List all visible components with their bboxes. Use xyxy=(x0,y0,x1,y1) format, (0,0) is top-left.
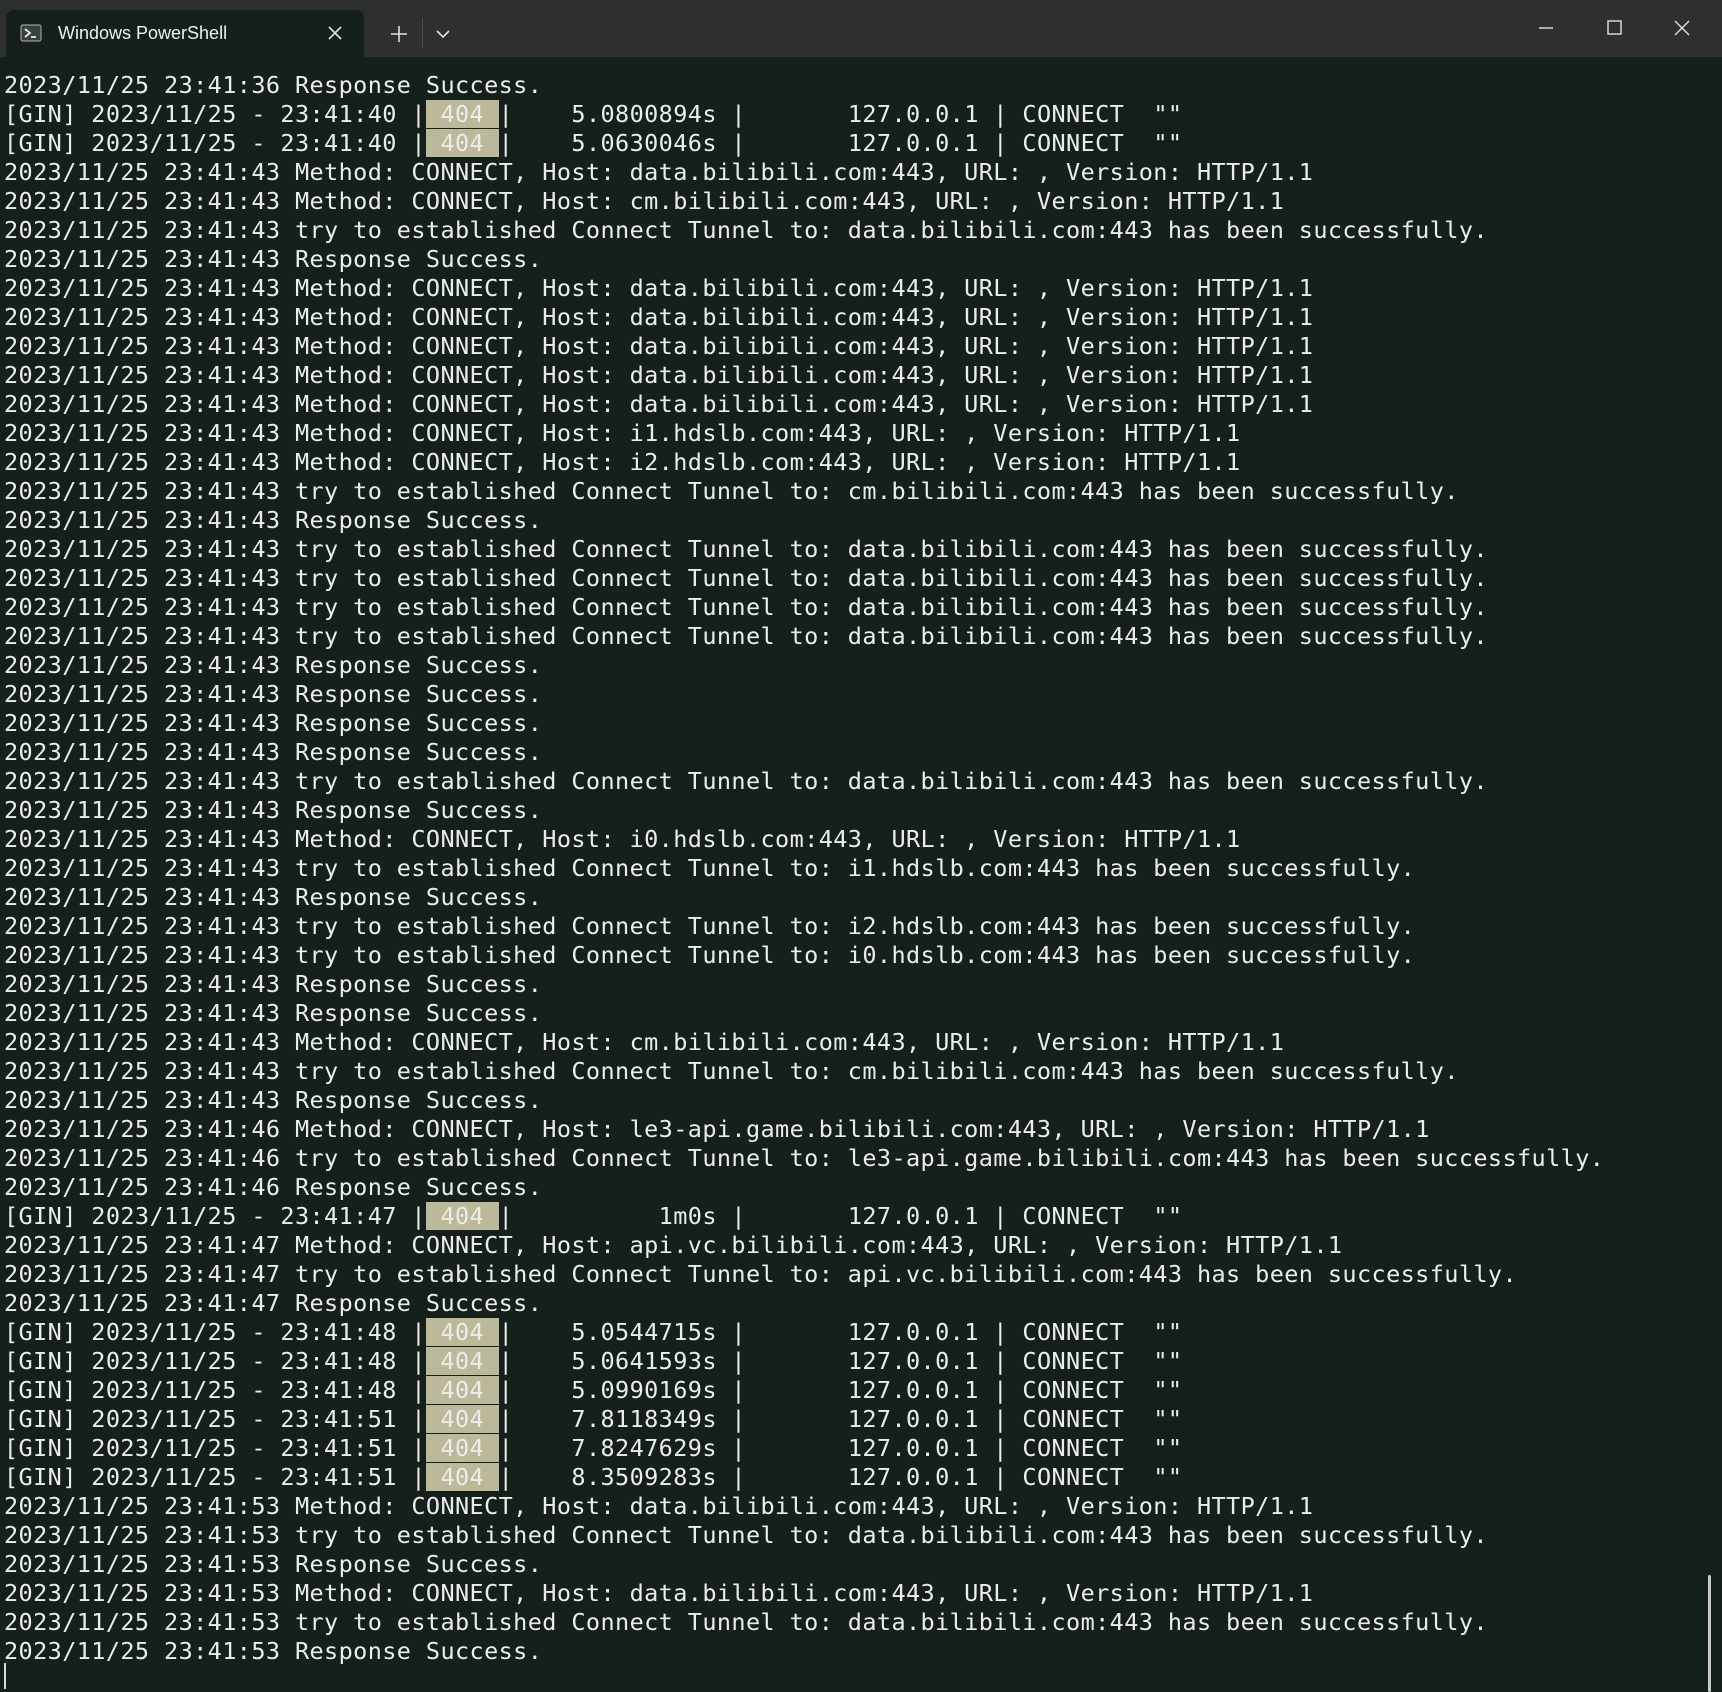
log-line: 2023/11/25 23:41:43 Response Success. xyxy=(4,709,543,737)
log-suffix: | 1m0s | 127.0.0.1 | CONNECT "" xyxy=(498,1202,1183,1230)
gin-log-line: [GIN] 2023/11/25 - 23:41:48 | 404 | 5.05… xyxy=(4,1318,1604,1347)
log-line: 2023/11/25 23:41:43 Method: CONNECT, Hos… xyxy=(4,303,1314,331)
log-line: 2023/11/25 23:41:43 Method: CONNECT, Hos… xyxy=(4,187,1285,215)
log-line: 2023/11/25 23:41:46 Response Success. xyxy=(4,1173,543,1201)
status-code-badge: 404 xyxy=(425,1376,499,1404)
log-line: 2023/11/25 23:41:53 Method: CONNECT, Hos… xyxy=(4,1579,1314,1607)
chevron-down-icon[interactable] xyxy=(428,22,458,46)
log-line: 2023/11/25 23:41:43 Response Success. xyxy=(4,970,543,998)
output-lines: 2023/11/25 23:41:36 Response Success. [GI… xyxy=(4,71,1604,1666)
gin-log-line: [GIN] 2023/11/25 - 23:41:48 | 404 | 5.06… xyxy=(4,1347,1604,1376)
log-line: 2023/11/25 23:41:43 Response Success. xyxy=(4,796,543,824)
log-line: 2023/11/25 23:41:47 try to established C… xyxy=(4,1260,1518,1288)
log-line: 2023/11/25 23:41:43 Method: CONNECT, Hos… xyxy=(4,448,1241,476)
status-code-badge: 404 xyxy=(425,1434,499,1462)
log-prefix: [GIN] 2023/11/25 - 23:41:48 | xyxy=(4,1347,426,1375)
log-line: 2023/11/25 23:41:43 Response Success. xyxy=(4,245,543,273)
log-line: 2023/11/25 23:41:43 Response Success. xyxy=(4,680,543,708)
toolbar-divider xyxy=(422,18,423,48)
log-line: 2023/11/25 23:41:43 Method: CONNECT, Hos… xyxy=(4,274,1314,302)
log-line: 2023/11/25 23:41:43 Response Success. xyxy=(4,883,543,911)
log-line: 2023/11/25 23:41:43 Response Success. xyxy=(4,651,543,679)
log-suffix: | 5.0544715s | 127.0.0.1 | CONNECT "" xyxy=(498,1318,1183,1346)
log-prefix: [GIN] 2023/11/25 - 23:41:40 | xyxy=(4,100,426,128)
log-line: 2023/11/25 23:41:43 try to established C… xyxy=(4,593,1488,621)
gin-log-line: [GIN] 2023/11/25 - 23:41:51 | 404 | 7.82… xyxy=(4,1434,1604,1463)
log-suffix: | 5.0990169s | 127.0.0.1 | CONNECT "" xyxy=(498,1376,1183,1404)
log-suffix: | 8.3509283s | 127.0.0.1 | CONNECT "" xyxy=(498,1463,1183,1491)
log-line: 2023/11/25 23:41:43 Method: CONNECT, Hos… xyxy=(4,825,1241,853)
gin-log-line: [GIN] 2023/11/25 - 23:41:47 | 404 | 1m0s… xyxy=(4,1202,1604,1231)
log-line: 2023/11/25 23:41:43 Method: CONNECT, Hos… xyxy=(4,1028,1285,1056)
log-prefix: [GIN] 2023/11/25 - 23:41:51 | xyxy=(4,1434,426,1462)
status-code-badge: 404 xyxy=(425,1202,499,1230)
tab-windows-powershell[interactable]: Windows PowerShell xyxy=(6,10,364,57)
status-code-badge: 404 xyxy=(425,100,499,128)
text-cursor xyxy=(4,1663,6,1689)
log-suffix: | 5.0630046s | 127.0.0.1 | CONNECT "" xyxy=(498,129,1183,157)
log-line: 2023/11/25 23:41:43 try to established C… xyxy=(4,912,1416,940)
log-line: 2023/11/25 23:41:43 try to established C… xyxy=(4,854,1416,882)
log-line: 2023/11/25 23:41:43 try to established C… xyxy=(4,216,1488,244)
log-prefix: [GIN] 2023/11/25 - 23:41:48 | xyxy=(4,1318,426,1346)
log-line: 2023/11/25 23:41:36 Response Success. xyxy=(4,71,543,99)
status-code-badge: 404 xyxy=(425,1463,499,1491)
terminal-window: Windows PowerShell 2023/11/25 23:41:36 R… xyxy=(0,0,1722,1692)
gin-log-line: [GIN] 2023/11/25 - 23:41:51 | 404 | 7.81… xyxy=(4,1405,1604,1434)
log-line: 2023/11/25 23:41:47 Method: CONNECT, Hos… xyxy=(4,1231,1343,1259)
log-line: 2023/11/25 23:41:43 Method: CONNECT, Hos… xyxy=(4,361,1314,389)
log-line: 2023/11/25 23:41:43 Response Success. xyxy=(4,738,543,766)
log-line: 2023/11/25 23:41:43 Response Success. xyxy=(4,999,543,1027)
status-code-badge: 404 xyxy=(425,1318,499,1346)
close-icon[interactable] xyxy=(324,22,346,44)
close-window-icon[interactable] xyxy=(1662,10,1702,46)
minimize-icon[interactable] xyxy=(1526,10,1566,46)
scrollbar[interactable] xyxy=(1706,57,1722,1692)
log-prefix: [GIN] 2023/11/25 - 23:41:48 | xyxy=(4,1376,426,1404)
log-line: 2023/11/25 23:41:53 try to established C… xyxy=(4,1521,1488,1549)
log-line: 2023/11/25 23:41:43 try to established C… xyxy=(4,477,1459,505)
log-prefix: [GIN] 2023/11/25 - 23:41:47 | xyxy=(4,1202,426,1230)
log-line: 2023/11/25 23:41:43 try to established C… xyxy=(4,941,1416,969)
terminal-output[interactable]: 2023/11/25 23:41:36 Response Success. [GI… xyxy=(0,57,1704,1692)
log-line: 2023/11/25 23:41:43 try to established C… xyxy=(4,622,1488,650)
title-bar[interactable]: Windows PowerShell xyxy=(0,0,1722,57)
log-suffix: | 5.0800894s | 127.0.0.1 | CONNECT "" xyxy=(498,100,1183,128)
maximize-icon[interactable] xyxy=(1594,10,1634,46)
plus-icon[interactable] xyxy=(384,22,414,46)
log-line: 2023/11/25 23:41:46 try to established C… xyxy=(4,1144,1605,1172)
log-line: 2023/11/25 23:41:47 Response Success. xyxy=(4,1289,543,1317)
log-line: 2023/11/25 23:41:53 Response Success. xyxy=(4,1550,543,1578)
log-line: 2023/11/25 23:41:43 try to established C… xyxy=(4,535,1488,563)
log-line: 2023/11/25 23:41:46 Method: CONNECT, Hos… xyxy=(4,1115,1430,1143)
status-code-badge: 404 xyxy=(425,129,499,157)
log-line: 2023/11/25 23:41:43 try to established C… xyxy=(4,767,1488,795)
log-line: 2023/11/25 23:41:43 Method: CONNECT, Hos… xyxy=(4,158,1314,186)
gin-log-line: [GIN] 2023/11/25 - 23:41:51 | 404 | 8.35… xyxy=(4,1463,1604,1492)
log-line: 2023/11/25 23:41:43 Response Success. xyxy=(4,1086,543,1114)
log-line: 2023/11/25 23:41:53 Method: CONNECT, Hos… xyxy=(4,1492,1314,1520)
gin-log-line: [GIN] 2023/11/25 - 23:41:48 | 404 | 5.09… xyxy=(4,1376,1604,1405)
log-line: 2023/11/25 23:41:43 try to established C… xyxy=(4,1057,1459,1085)
powershell-icon xyxy=(20,22,42,44)
scrollbar-thumb[interactable] xyxy=(1708,1575,1711,1692)
log-suffix: | 7.8118349s | 127.0.0.1 | CONNECT "" xyxy=(498,1405,1183,1433)
log-line: 2023/11/25 23:41:43 Method: CONNECT, Hos… xyxy=(4,419,1241,447)
log-prefix: [GIN] 2023/11/25 - 23:41:40 | xyxy=(4,129,426,157)
tab-title: Windows PowerShell xyxy=(58,23,228,43)
log-line: 2023/11/25 23:41:43 Response Success. xyxy=(4,506,543,534)
gin-log-line: [GIN] 2023/11/25 - 23:41:40 | 404 | 5.06… xyxy=(4,129,1604,158)
log-prefix: [GIN] 2023/11/25 - 23:41:51 | xyxy=(4,1463,426,1491)
status-code-badge: 404 xyxy=(425,1347,499,1375)
log-suffix: | 5.0641593s | 127.0.0.1 | CONNECT "" xyxy=(498,1347,1183,1375)
status-code-badge: 404 xyxy=(425,1405,499,1433)
log-suffix: | 7.8247629s | 127.0.0.1 | CONNECT "" xyxy=(498,1434,1183,1462)
log-line: 2023/11/25 23:41:53 Response Success. xyxy=(4,1637,543,1665)
log-line: 2023/11/25 23:41:43 Method: CONNECT, Hos… xyxy=(4,390,1314,418)
gin-log-line: [GIN] 2023/11/25 - 23:41:40 | 404 | 5.08… xyxy=(4,100,1604,129)
log-line: 2023/11/25 23:41:43 Method: CONNECT, Hos… xyxy=(4,332,1314,360)
log-prefix: [GIN] 2023/11/25 - 23:41:51 | xyxy=(4,1405,426,1433)
log-line: 2023/11/25 23:41:53 try to established C… xyxy=(4,1608,1488,1636)
log-line: 2023/11/25 23:41:43 try to established C… xyxy=(4,564,1488,592)
